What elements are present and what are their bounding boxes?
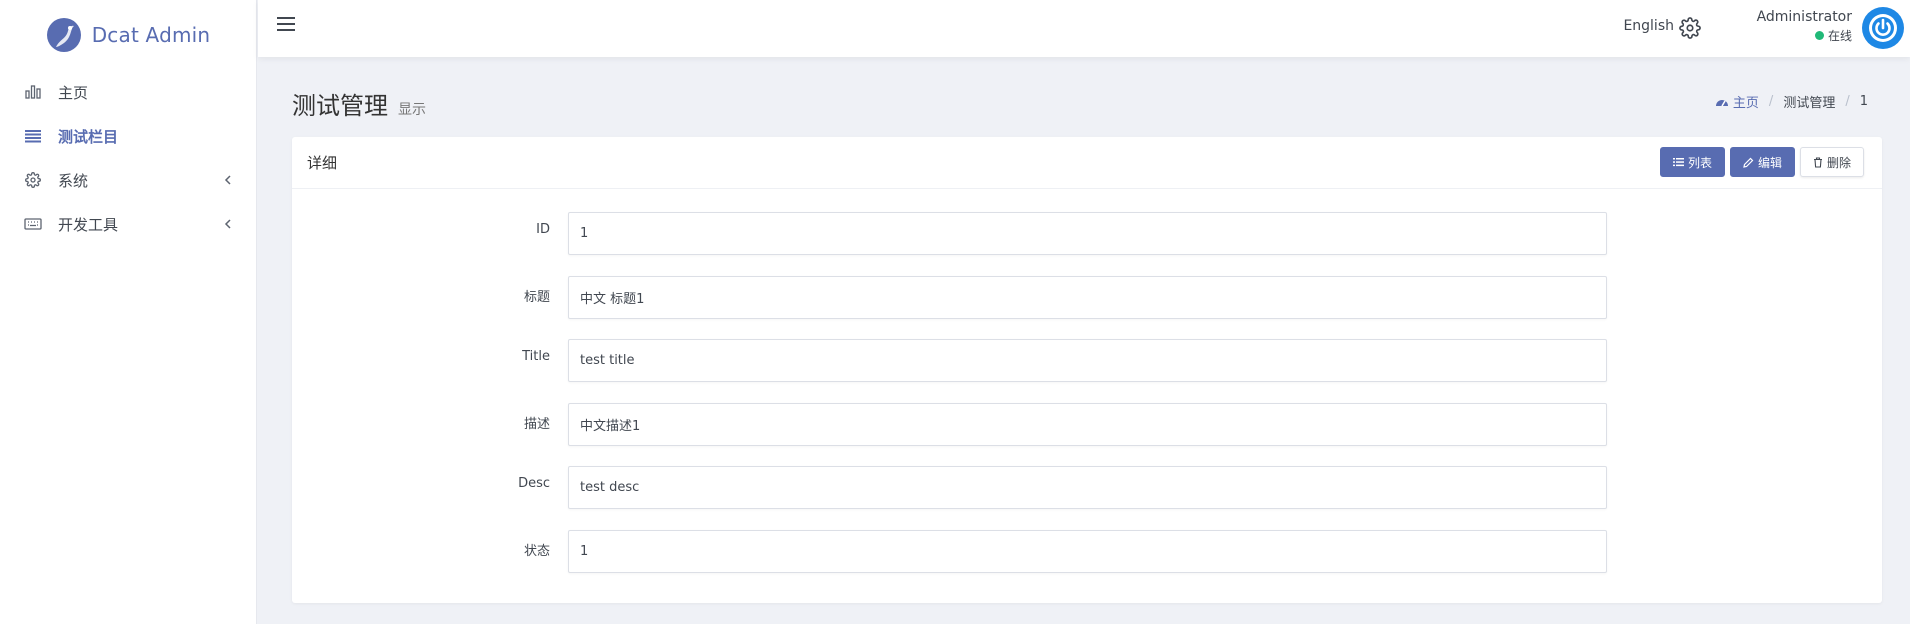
field-label: 状态	[523, 543, 550, 559]
field-row-desc-cn: 描述 中文描述1	[292, 402, 1882, 467]
app-root: Dcat Admin 主页 测试栏目 系统 开发工具 English Admin…	[0, 0, 1910, 624]
breadcrumb: 主页 / 测试管理 / 1	[1715, 92, 1868, 111]
settings-gear-icon[interactable]	[1679, 17, 1701, 39]
bar-chart-icon	[24, 83, 42, 101]
field-label: 描述	[523, 416, 550, 432]
sidebar-item-label: 测试栏目	[58, 127, 119, 146]
list-button[interactable]: 列表	[1659, 147, 1725, 177]
dcat-logo-icon	[46, 18, 81, 52]
sidebar-item-label: 开发工具	[58, 215, 119, 234]
pencil-icon	[1743, 157, 1754, 168]
breadcrumb-current: 1	[1859, 94, 1868, 109]
sidebar-menu: 主页 测试栏目 系统 开发工具	[0, 70, 256, 246]
user-status: 在线	[1757, 27, 1852, 44]
sidebar-item-system[interactable]: 系统	[0, 158, 256, 202]
field-row-title-cn: 标题 中文 标题1	[292, 275, 1882, 340]
breadcrumb-home-label: 主页	[1732, 96, 1759, 111]
chevron-left-icon	[224, 175, 231, 185]
field-value: 中文描述1	[568, 402, 1607, 446]
page-title: 测试管理	[292, 92, 388, 120]
field-row-title: Title test title	[292, 339, 1882, 403]
delete-button-label: 删除	[1826, 155, 1851, 170]
detail-fields: ID 1 标题 中文 标题1 Title test title 描述 中文描述1…	[292, 212, 1882, 593]
sidebar-item-dev-tools[interactable]: 开发工具	[0, 202, 256, 246]
list-button-label: 列表	[1687, 155, 1712, 170]
online-dot-icon	[1814, 31, 1824, 40]
brand-name: Dcat Admin	[91, 23, 211, 47]
sidebar: Dcat Admin 主页 测试栏目 系统 开发工具	[0, 0, 257, 624]
sidebar-item-label: 系统	[58, 171, 89, 190]
sidebar-item-label: 主页	[58, 83, 89, 102]
page-subtitle: 显示	[398, 102, 426, 118]
card-tools: 列表 编辑 删除	[1659, 147, 1864, 177]
language-switch[interactable]: English	[1623, 18, 1674, 34]
field-row-desc: Desc test desc	[292, 466, 1882, 530]
sidebar-item-test-column[interactable]: 测试栏目	[0, 114, 256, 158]
field-row-id: ID 1	[292, 212, 1882, 276]
field-label: Desc	[518, 476, 550, 491]
edit-button[interactable]: 编辑	[1729, 147, 1795, 177]
field-label: Title	[522, 349, 550, 364]
card-title: 详细	[307, 154, 338, 172]
user-menu[interactable]: Administrator 在线	[1757, 9, 1852, 44]
keyboard-icon	[24, 215, 42, 233]
field-value: 1	[568, 212, 1607, 255]
field-label: ID	[536, 222, 550, 237]
power-icon	[1869, 14, 1897, 42]
top-navbar: English Administrator 在线	[258, 0, 1910, 57]
field-value: test desc	[568, 466, 1607, 509]
chevron-left-icon	[224, 219, 231, 229]
field-label: 标题	[523, 289, 550, 305]
breadcrumb-section[interactable]: 测试管理	[1783, 92, 1835, 111]
brand[interactable]: Dcat Admin	[0, 0, 256, 70]
edit-button-label: 编辑	[1757, 155, 1782, 170]
breadcrumb-home[interactable]: 主页	[1715, 92, 1759, 111]
card-header: 详细 列表 编辑 删除	[292, 137, 1882, 189]
page-header: 测试管理 显示	[292, 86, 426, 121]
avatar[interactable]	[1862, 7, 1904, 49]
trash-icon	[1813, 156, 1822, 168]
field-value: 中文 标题1	[568, 275, 1607, 319]
delete-button[interactable]: 删除	[1799, 147, 1864, 177]
user-status-text: 在线	[1827, 29, 1852, 43]
sidebar-item-home[interactable]: 主页	[0, 70, 256, 114]
field-row-status: 状态 1	[292, 529, 1882, 594]
field-value: test title	[568, 339, 1607, 382]
breadcrumb-separator: /	[1768, 94, 1774, 109]
user-name: Administrator	[1756, 9, 1852, 25]
list-icon	[24, 127, 42, 145]
detail-card: 详细 列表 编辑 删除 ID 1 标题 中文 标题1 Title test ti…	[292, 137, 1882, 603]
dashboard-icon	[1715, 99, 1728, 106]
menu-toggle-icon[interactable]	[277, 17, 295, 33]
field-value: 1	[568, 529, 1607, 573]
list-icon	[1672, 158, 1684, 167]
breadcrumb-separator: /	[1845, 94, 1850, 109]
gear-icon	[24, 171, 42, 189]
